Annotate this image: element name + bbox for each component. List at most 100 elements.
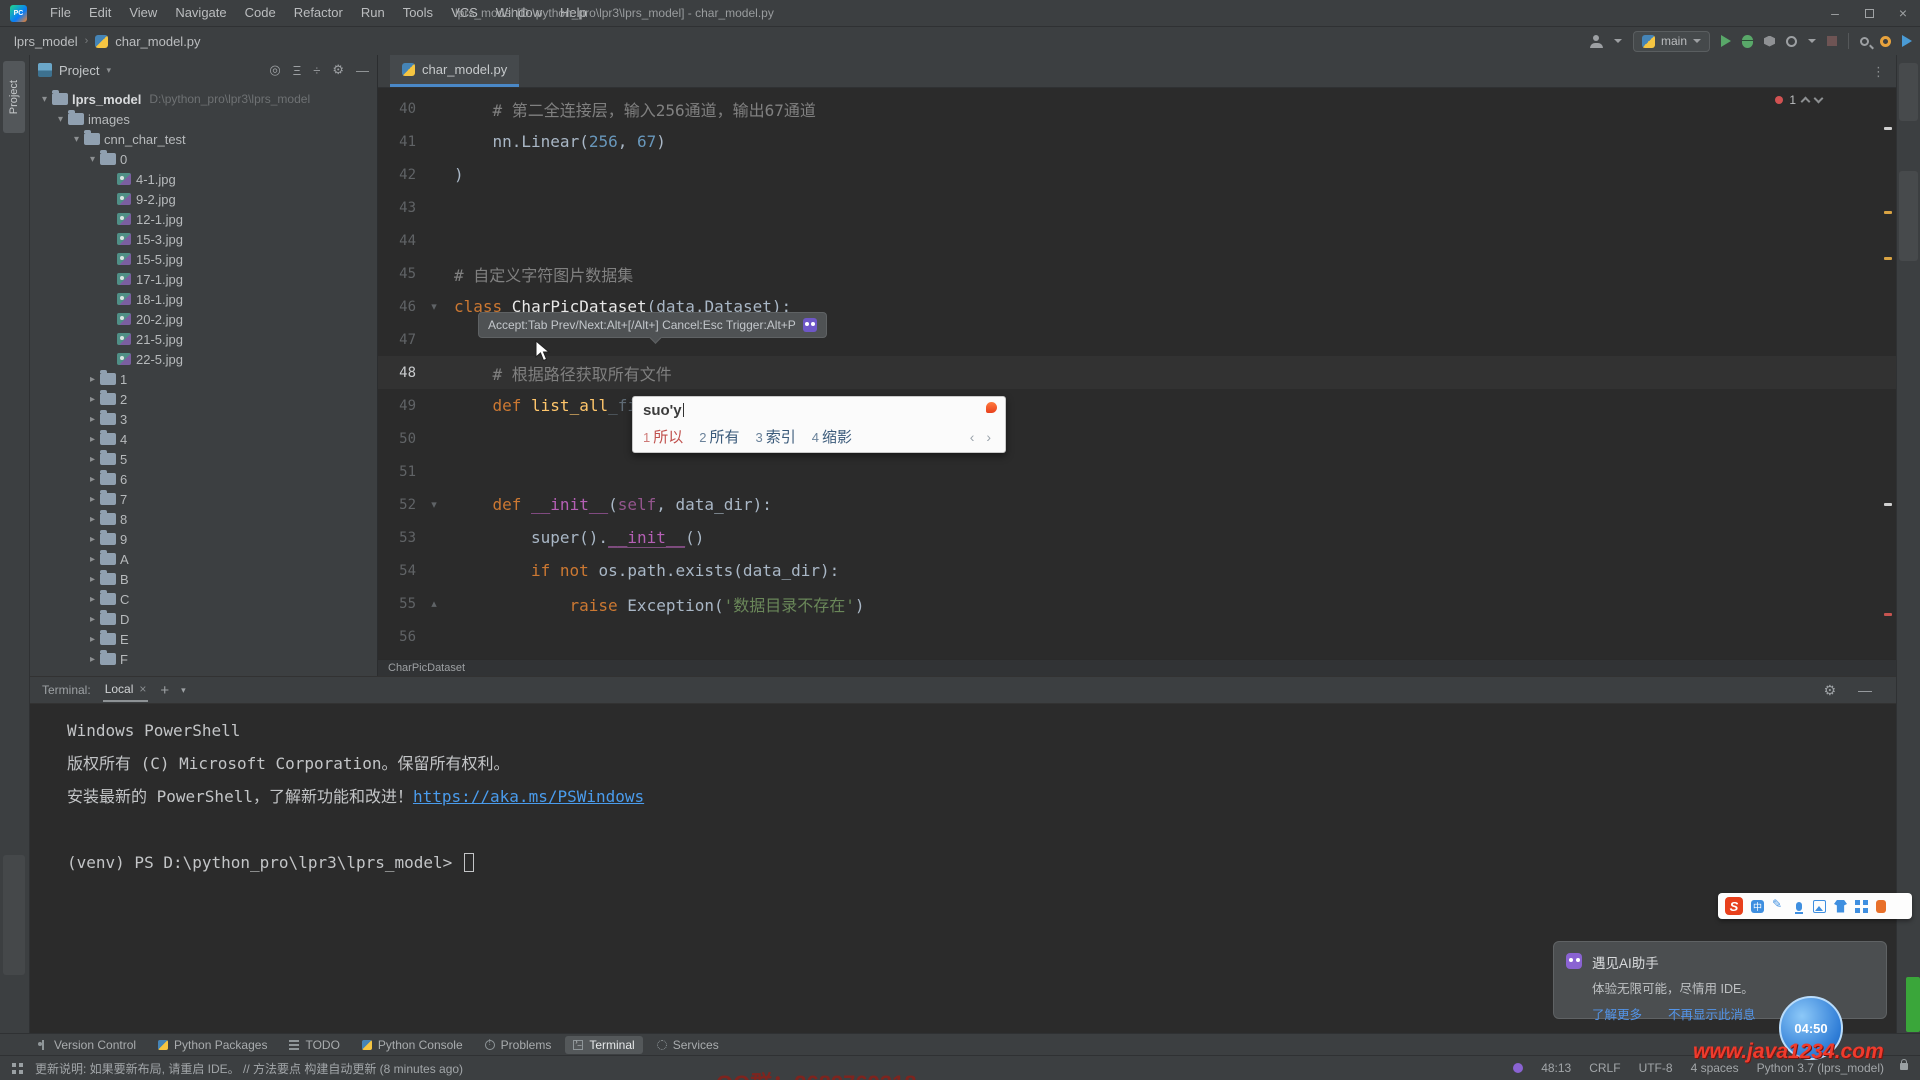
run-button[interactable] bbox=[1721, 35, 1731, 47]
tree-item-7[interactable]: ▸7 bbox=[30, 489, 377, 509]
editor-tab-char-model[interactable]: char_model.py bbox=[390, 55, 519, 87]
skin-icon[interactable] bbox=[1834, 900, 1847, 913]
menu-file[interactable]: File bbox=[41, 0, 80, 26]
menu-navigate[interactable]: Navigate bbox=[166, 0, 235, 26]
tree-item-21-5.jpg[interactable]: 21-5.jpg bbox=[30, 329, 377, 349]
code-line-55[interactable]: 55▴raise Exception('数据目录不存在') bbox=[378, 587, 1896, 620]
tree-item-4[interactable]: ▸4 bbox=[30, 429, 377, 449]
right-stripe-tab-2[interactable] bbox=[1899, 171, 1918, 261]
status-item-2[interactable]: UTF-8 bbox=[1639, 1061, 1673, 1075]
prev-problem-icon[interactable] bbox=[1801, 97, 1811, 107]
tree-item-2[interactable]: ▸2 bbox=[30, 389, 377, 409]
tree-item-images[interactable]: ▾images bbox=[30, 109, 377, 129]
tree-item-17-1.jpg[interactable]: 17-1.jpg bbox=[30, 269, 377, 289]
notifications-icon[interactable] bbox=[1880, 36, 1891, 47]
new-session-button[interactable]: + bbox=[160, 682, 169, 699]
voice-input-icon[interactable] bbox=[1796, 902, 1802, 911]
notification-popup[interactable]: 遇见AI助手 体验无限可能，尽情用 IDE。 了解更多 不再显示此消息 bbox=[1553, 941, 1887, 1019]
code-line-48[interactable]: 48# 根据路径获取所有文件 bbox=[378, 356, 1896, 389]
search-everywhere-icon[interactable] bbox=[1860, 37, 1869, 46]
tree-item-20-2.jpg[interactable]: 20-2.jpg bbox=[30, 309, 377, 329]
plugin-status-icon[interactable] bbox=[1513, 1063, 1523, 1073]
close-tab-icon[interactable]: × bbox=[139, 682, 146, 696]
tree-chevron-icon[interactable]: ▸ bbox=[86, 394, 99, 405]
tree-chevron-icon[interactable]: ▸ bbox=[86, 414, 99, 425]
tree-chevron-icon[interactable]: ▸ bbox=[86, 514, 99, 525]
tree-item-22-5.jpg[interactable]: 22-5.jpg bbox=[30, 349, 377, 369]
tree-chevron-icon[interactable]: ▾ bbox=[54, 114, 67, 125]
sogou-ime-toolbar[interactable]: S 中 bbox=[1718, 893, 1912, 919]
tree-chevron-icon[interactable]: ▸ bbox=[86, 634, 99, 645]
tree-item-4-1.jpg[interactable]: 4-1.jpg bbox=[30, 169, 377, 189]
fold-marker-icon[interactable]: ▴ bbox=[422, 597, 446, 610]
error-stripe[interactable] bbox=[1882, 93, 1894, 656]
code-line-53[interactable]: 53super().__init__() bbox=[378, 521, 1896, 554]
tree-item-E[interactable]: ▸E bbox=[30, 629, 377, 649]
ime-candidate-2[interactable]: 2所有 bbox=[699, 426, 739, 447]
coverage-button[interactable] bbox=[1764, 36, 1775, 47]
breadcrumb-class[interactable]: CharPicDataset bbox=[388, 662, 465, 674]
handwriting-icon[interactable] bbox=[1772, 900, 1785, 913]
terminal-output[interactable]: Windows PowerShell版权所有 (C) Microsoft Cor… bbox=[30, 704, 1896, 879]
code-line-45[interactable]: 45# 自定义字符图片数据集 bbox=[378, 257, 1896, 290]
maximize-button[interactable] bbox=[1852, 0, 1886, 26]
tool-icon-ξ[interactable]: Ξ bbox=[293, 63, 301, 78]
tree-item-B[interactable]: ▸B bbox=[30, 569, 377, 589]
tree-chevron-icon[interactable]: ▸ bbox=[86, 374, 99, 385]
code-line-52[interactable]: 52▾def __init__(self, data_dir): bbox=[378, 488, 1896, 521]
code-line-40[interactable]: 40# 第二全连接层，输入256通道，输出67通道 bbox=[378, 92, 1896, 125]
close-button[interactable]: × bbox=[1886, 0, 1920, 26]
breadcrumb-project[interactable]: lprs_model bbox=[14, 34, 78, 49]
toolbox-grid-icon[interactable] bbox=[1855, 900, 1868, 913]
tree-item-3[interactable]: ▸3 bbox=[30, 409, 377, 429]
cn-en-toggle-icon[interactable]: 中 bbox=[1751, 900, 1764, 913]
toolwindow-todo[interactable]: TODO bbox=[281, 1036, 347, 1054]
menu-code[interactable]: Code bbox=[236, 0, 285, 26]
code-line-51[interactable]: 51 bbox=[378, 455, 1896, 488]
tree-item-A[interactable]: ▸A bbox=[30, 549, 377, 569]
inspections-widget[interactable]: 1 bbox=[1775, 93, 1822, 107]
terminal-hide-icon[interactable]: — bbox=[1858, 682, 1872, 699]
toolwindow-version-control[interactable]: Version Control bbox=[30, 1036, 144, 1054]
menu-view[interactable]: View bbox=[120, 0, 166, 26]
vcs-commit-message[interactable]: 更新说明: 如果要新布局, 请重启 IDE。 // 方法要点 构建自动更新 (8… bbox=[35, 1060, 463, 1077]
tree-item-6[interactable]: ▸6 bbox=[30, 469, 377, 489]
tree-item-15-5.jpg[interactable]: 15-5.jpg bbox=[30, 249, 377, 269]
profiler-dropdown-icon[interactable] bbox=[1808, 39, 1816, 43]
toolwindow-python-packages[interactable]: Python Packages bbox=[150, 1036, 275, 1054]
tool-windows-icon[interactable] bbox=[12, 1063, 23, 1074]
tree-item-8[interactable]: ▸8 bbox=[30, 509, 377, 529]
code-line-41[interactable]: 41nn.Linear(256, 67) bbox=[378, 125, 1896, 158]
tree-item-18-1.jpg[interactable]: 18-1.jpg bbox=[30, 289, 377, 309]
tree-item-cnn_char_test[interactable]: ▾cnn_char_test bbox=[30, 129, 377, 149]
tree-item-1[interactable]: ▸1 bbox=[30, 369, 377, 389]
tree-chevron-icon[interactable]: ▸ bbox=[86, 474, 99, 485]
status-item-0[interactable]: 48:13 bbox=[1541, 1061, 1571, 1075]
tree-chevron-icon[interactable]: ▸ bbox=[86, 654, 99, 665]
tree-item-5[interactable]: ▸5 bbox=[30, 449, 377, 469]
tree-chevron-icon[interactable]: ▸ bbox=[86, 574, 99, 585]
tree-chevron-icon[interactable]: ▸ bbox=[86, 554, 99, 565]
code-line-49[interactable]: 49def list_all_fil(self, root): bbox=[378, 389, 1896, 422]
ime-candidate-1[interactable]: 1所以 bbox=[643, 426, 683, 447]
tree-chevron-icon[interactable]: ▾ bbox=[86, 154, 99, 165]
tree-chevron-icon[interactable]: ▸ bbox=[86, 454, 99, 465]
toolwindow-python-console[interactable]: Python Console bbox=[354, 1036, 471, 1054]
ime-candidate-4[interactable]: 4缩影 bbox=[812, 426, 852, 447]
tree-chevron-icon[interactable]: ▾ bbox=[70, 134, 83, 145]
menu-edit[interactable]: Edit bbox=[80, 0, 120, 26]
right-stripe-tab-1[interactable] bbox=[1899, 63, 1918, 121]
tree-chevron-icon[interactable]: ▸ bbox=[86, 594, 99, 605]
tool-icon-÷[interactable]: ÷ bbox=[313, 63, 320, 78]
notification-link-1[interactable]: 了解更多 bbox=[1592, 1004, 1642, 1023]
code-line-54[interactable]: 54if not os.path.exists(data_dir): bbox=[378, 554, 1896, 587]
tree-chevron-icon[interactable]: ▸ bbox=[86, 494, 99, 505]
terminal-dropdown-icon[interactable]: ▾ bbox=[181, 685, 186, 696]
tree-item-F[interactable]: ▸F bbox=[30, 649, 377, 669]
user-dropdown-icon[interactable] bbox=[1614, 39, 1622, 43]
tree-chevron-icon[interactable]: ▸ bbox=[86, 614, 99, 625]
tree-item-C[interactable]: ▸C bbox=[30, 589, 377, 609]
tree-item-lprs_model[interactable]: ▾lprs_modelD:\python_pro\lpr3\lprs_model bbox=[30, 89, 377, 109]
tool-icon-—[interactable]: — bbox=[356, 63, 369, 78]
toolwindow-problems[interactable]: Problems bbox=[477, 1036, 560, 1054]
